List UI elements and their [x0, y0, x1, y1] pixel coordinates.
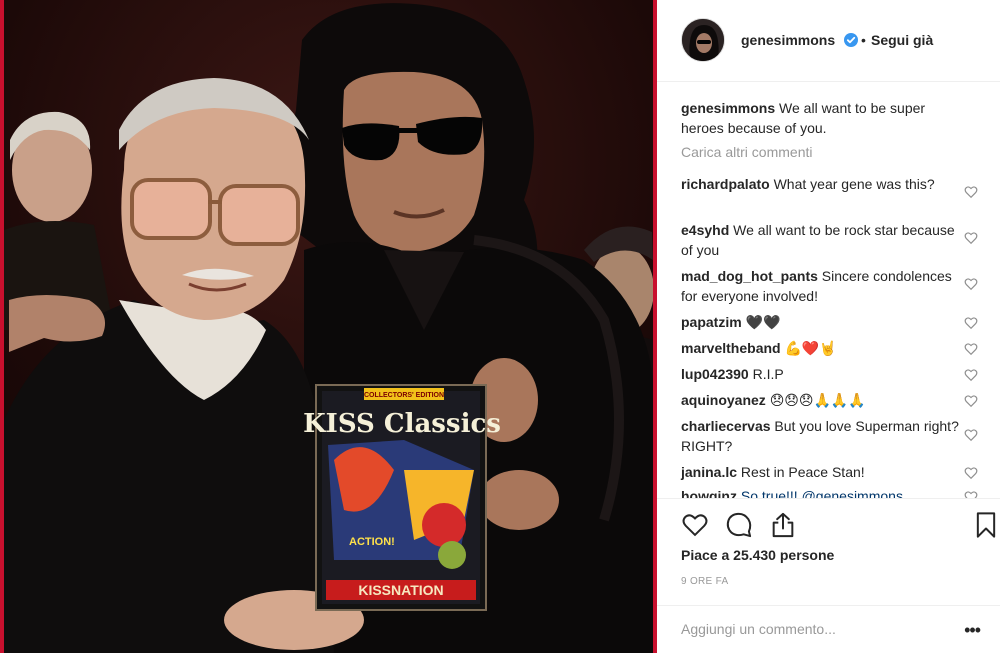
heart-outline-icon[interactable] [964, 428, 978, 442]
follow-status-button[interactable]: Segui già [871, 32, 933, 48]
post-timestamp[interactable]: 9 ORE FA [681, 576, 728, 587]
comment-item: richardpalato What year gene was this? [681, 174, 961, 194]
comment-text: R.I.P [752, 366, 784, 382]
share-icon[interactable] [769, 511, 797, 539]
comment-username[interactable]: mad_dog_hot_pants [681, 268, 818, 284]
comments-list[interactable]: genesimmons We all want to be super hero… [657, 82, 1000, 498]
avatar[interactable] [681, 18, 725, 62]
comment-username[interactable]: charliecervas [681, 418, 771, 434]
comment-text: So true!!! @genesimmons [740, 488, 903, 498]
comment-item: mad_dog_hot_pants Sincere condolences fo… [681, 266, 961, 306]
comment-text: What year gene was this? [773, 176, 935, 192]
comic-book: COLLECTORS' EDITION KISS Classics ACTION… [303, 384, 501, 611]
post-actions: Piace a 25.430 persone 9 ORE FA ••• [657, 498, 1000, 653]
comment-item: papatzim 🖤🖤 [681, 312, 961, 332]
comment-username[interactable]: janina.lc [681, 464, 737, 480]
post-header: genesimmons • Segui già [657, 0, 1000, 82]
likes-count[interactable]: Piace a 25.430 persone [681, 547, 834, 563]
header-separator: • [861, 32, 866, 48]
comment-username[interactable]: howginz [681, 488, 737, 498]
heart-outline-icon[interactable] [964, 231, 978, 245]
add-comment-input[interactable] [681, 621, 951, 637]
comment-username[interactable]: e4syhd [681, 222, 729, 238]
comment-username[interactable]: richardpalato [681, 176, 770, 192]
comment-username[interactable]: marveltheband [681, 340, 781, 356]
heart-outline-icon[interactable] [964, 277, 978, 291]
bookmark-icon[interactable] [972, 511, 1000, 539]
comment-username[interactable]: aquinoyanez [681, 392, 766, 408]
heart-outline-icon[interactable] [964, 316, 978, 330]
more-options-icon[interactable]: ••• [964, 620, 981, 641]
comment-item: marveltheband 💪❤️🤘 [681, 338, 961, 358]
load-more-comments-link[interactable]: Carica altri commenti [681, 144, 812, 160]
verified-badge-icon [844, 33, 858, 47]
comment-item: e4syhd We all want to be rock star becau… [681, 220, 961, 260]
heart-outline-icon[interactable] [964, 466, 978, 480]
add-comment-bar: ••• [657, 605, 1000, 653]
post-photo: COLLECTORS' EDITION KISS Classics ACTION… [4, 0, 653, 653]
photo-illustration: COLLECTORS' EDITION KISS Classics ACTION… [4, 0, 653, 653]
comic-action-text: ACTION! [349, 536, 395, 548]
comment-text: 🖤🖤 [745, 314, 781, 330]
comment-username[interactable]: lup042390 [681, 366, 749, 382]
comic-subtitle-text: KISSNATION [358, 582, 443, 598]
heart-outline-icon[interactable] [964, 185, 978, 199]
header-username[interactable]: genesimmons [741, 32, 835, 48]
caption-username[interactable]: genesimmons [681, 100, 775, 116]
post-caption: genesimmons We all want to be super hero… [681, 98, 971, 138]
heart-icon[interactable] [681, 511, 709, 539]
comment-item: charliecervas But you love Superman righ… [681, 416, 961, 456]
comment-item: howginz So true!!! @genesimmons [681, 486, 961, 498]
comment-text: 💪❤️🤘 [784, 340, 837, 356]
heart-outline-icon[interactable] [964, 368, 978, 382]
heart-outline-icon[interactable] [964, 342, 978, 356]
comic-badge-text: COLLECTORS' EDITION [364, 392, 444, 399]
comic-title-text: KISS Classics [303, 409, 501, 439]
heart-outline-icon[interactable] [964, 490, 978, 498]
comment-item: lup042390 R.I.P [681, 364, 961, 384]
comment-item: janina.lc Rest in Peace Stan! [681, 462, 961, 482]
comment-icon[interactable] [725, 511, 753, 539]
comment-text: Rest in Peace Stan! [740, 464, 865, 480]
heart-outline-icon[interactable] [964, 394, 978, 408]
post-side-panel: genesimmons • Segui già genesimmons We a… [657, 0, 1000, 653]
avatar-image [682, 19, 724, 61]
comment-item: aquinoyanez 😞😞😞🙏🙏🙏 [681, 390, 961, 410]
comment-text: 😞😞😞🙏🙏🙏 [769, 392, 866, 408]
comment-username[interactable]: papatzim [681, 314, 742, 330]
